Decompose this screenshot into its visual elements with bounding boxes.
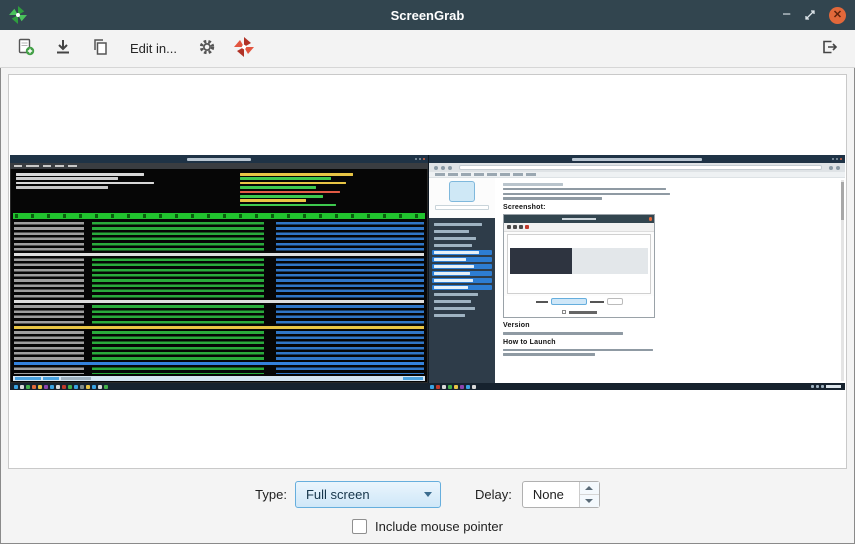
settings-gear-icon — [198, 38, 216, 59]
quit-button[interactable] — [813, 34, 845, 64]
screenshot-preview-image: Screenshot: — [10, 155, 845, 390]
type-label: Type: — [255, 487, 287, 502]
preview-doc-screenshot-heading: Screenshot: — [503, 204, 673, 211]
quit-icon — [820, 38, 838, 59]
window-title: ScreenGrab — [0, 8, 855, 23]
copy-button[interactable] — [84, 34, 116, 64]
save-button[interactable] — [47, 34, 79, 64]
screengrab-app-icon[interactable] — [9, 6, 27, 24]
minimize-button[interactable]: − — [782, 10, 791, 20]
delay-spinbox[interactable]: None — [522, 481, 600, 508]
preview-terminal-body — [10, 169, 428, 383]
maximize-button[interactable] — [804, 9, 816, 21]
delay-increment-button[interactable] — [580, 482, 599, 495]
preview-terminal-table-header — [13, 213, 425, 219]
delay-decrement-button[interactable] — [580, 495, 599, 507]
delay-value: None — [533, 487, 564, 502]
preview-firefox-urlbar — [459, 165, 822, 170]
arrow-up-icon — [585, 486, 593, 490]
include-mouse-pointer-checkbox[interactable] — [352, 519, 367, 534]
delay-label: Delay: — [475, 487, 512, 502]
settings-button[interactable] — [191, 34, 223, 64]
preview-area: Screenshot: — [8, 74, 847, 469]
type-value: Full screen — [306, 487, 370, 502]
screengrab-window: { "window": { "title": "ScreenGrab" }, "… — [0, 0, 855, 544]
titlebar: ScreenGrab − ✕ — [0, 0, 855, 30]
preview-terminal-statusbar — [13, 376, 425, 381]
screengrab-logo-icon — [234, 37, 254, 60]
chevron-down-icon — [424, 492, 432, 497]
pointer-option-row: Include mouse pointer — [0, 517, 855, 535]
preview-manual-content: Screenshot: — [495, 178, 845, 383]
arrow-down-icon — [585, 499, 593, 503]
preview-clock — [826, 385, 841, 388]
preview-manual-sidebar — [429, 178, 495, 383]
preview-firefox-navbar — [429, 163, 845, 172]
preview-taskbar — [10, 383, 845, 390]
preview-terminal-titlebar — [10, 155, 428, 163]
new-screenshot-icon — [17, 38, 35, 59]
new-screenshot-button[interactable] — [10, 34, 42, 64]
copy-to-clipboard-icon — [91, 38, 109, 59]
type-combobox[interactable]: Full screen — [295, 481, 441, 508]
preview-system-tray — [811, 385, 841, 388]
include-mouse-pointer-label: Include mouse pointer — [375, 519, 503, 534]
preview-firefox-titlebar — [429, 155, 845, 163]
save-screenshot-icon — [54, 38, 72, 59]
capture-options-row: Type: Full screen Delay: None — [0, 481, 855, 508]
preview-lubuntu-logo — [449, 181, 475, 202]
close-button[interactable]: ✕ — [829, 7, 846, 24]
edit-in-label: Edit in... — [121, 41, 186, 56]
preview-embedded-screengrab-image — [503, 214, 655, 318]
preview-doc-version-heading: Version — [503, 322, 673, 329]
preview-terminal-window — [10, 155, 428, 390]
preview-firefox-scrollbar — [841, 180, 844, 381]
toolbar: Edit in... — [0, 30, 855, 68]
preview-firefox-window: Screenshot: — [428, 155, 845, 390]
about-screengrab-button[interactable] — [228, 34, 260, 64]
edit-in-button[interactable]: Edit in... — [121, 34, 186, 64]
preview-doc-how-to-launch-heading: How to Launch — [503, 339, 673, 346]
